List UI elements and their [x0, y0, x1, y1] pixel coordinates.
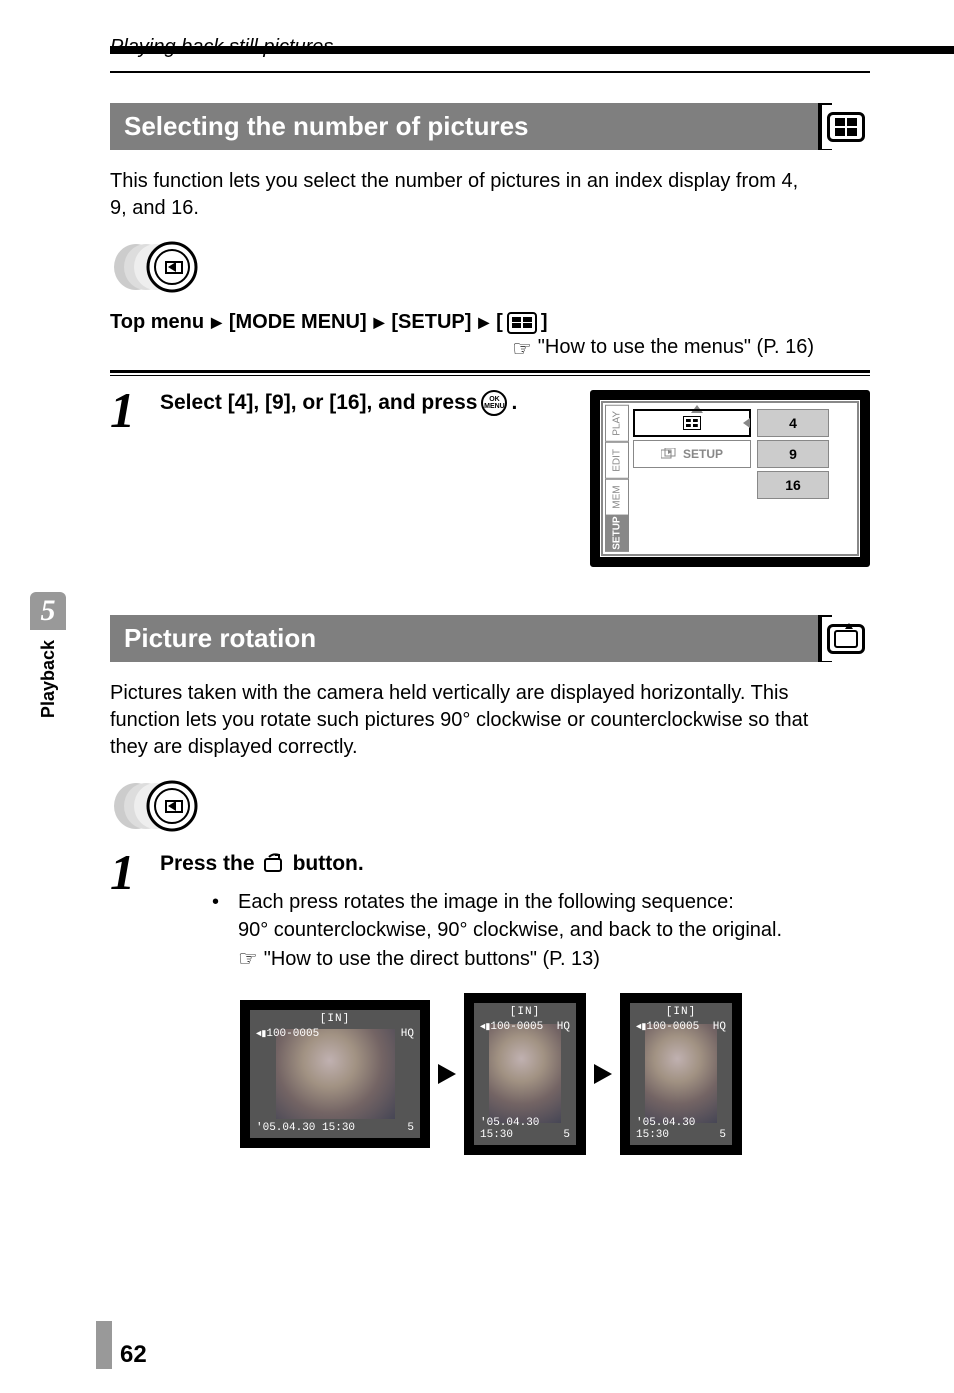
- lcd-option-9: 9: [757, 440, 829, 468]
- overlay-date: '05.04.30 15:30: [256, 1122, 355, 1134]
- menu-path: Top menu ▶ [MODE MENU] ▶ [SETUP] ▶ [ ]: [110, 311, 884, 334]
- rotate-icon: [827, 624, 865, 654]
- arrow-right-icon: [438, 1064, 456, 1084]
- ok-menu-button-icon: OKMENU: [481, 390, 507, 416]
- section1-intro: This function lets you select the number…: [110, 168, 814, 222]
- overlay-folder: 100-0005: [490, 1021, 543, 1033]
- step2-text-b: button.: [293, 852, 364, 876]
- overlay-in: [IN]: [320, 1013, 350, 1025]
- overlay-in: [IN]: [510, 1006, 540, 1018]
- triangle-right-icon: ▶: [478, 314, 489, 331]
- step2-bullets: • Each press rotates the image in the fo…: [212, 888, 870, 975]
- index-grid-icon: [507, 312, 537, 334]
- photo-original: [IN] ◄▮100-0005 HQ '05.04.30 15:30 5: [240, 1000, 430, 1148]
- chapter-number: 5: [30, 592, 66, 630]
- lcd-screenshot: PLAY EDIT MEM SETUP: [590, 390, 870, 567]
- lcd-tabs: PLAY EDIT MEM SETUP: [605, 405, 629, 552]
- slideshow-icon: [661, 448, 677, 460]
- step2-text-a: Press the: [160, 852, 255, 876]
- mode-dial-icon: [110, 240, 884, 299]
- section2-icon-slot: [822, 617, 870, 661]
- overlay-counter: 5: [563, 1129, 570, 1141]
- pointer-hand-icon: ☞: [512, 336, 532, 362]
- double-rule: [110, 370, 870, 376]
- triangle-right-icon: ▶: [211, 314, 222, 331]
- step-number: 1: [110, 852, 140, 1155]
- section2-link-text: "How to use the direct buttons" (P. 13): [264, 945, 600, 973]
- section1-link: ☞ "How to use the menus" (P. 16): [110, 336, 814, 362]
- menu-path-bracket-open: [: [496, 311, 503, 334]
- lcd-setup-label: SETUP: [683, 447, 723, 461]
- section2-title: Picture rotation: [110, 615, 822, 662]
- bullet-text-2: 90° counterclockwise, 90° clockwise, and…: [238, 916, 870, 944]
- step1-title: Select [4], [9], or [16], and press OKME…: [160, 390, 560, 416]
- menu-path-top: Top menu: [110, 311, 204, 334]
- step-number: 1: [110, 390, 140, 567]
- chapter-side-tab: 5 Playback: [30, 592, 66, 718]
- photo-cw: [IN] ◄▮100-0005 HQ '05.04.30 15:30 5: [620, 993, 742, 1155]
- step1-text-a: Select [4], [9], or [16], and press: [160, 391, 477, 415]
- overlay-counter: 5: [407, 1122, 414, 1134]
- lcd-option-4: 4: [757, 409, 829, 437]
- menu-path-setup: [SETUP]: [391, 311, 471, 334]
- index-grid-icon: [827, 112, 865, 142]
- section1-icon-slot: [822, 105, 870, 149]
- lcd-tab-play: PLAY: [605, 405, 629, 442]
- section2-step1: 1 Press the button. • Each press rotates…: [110, 852, 870, 1155]
- menu-path-bracket-close: ]: [541, 311, 548, 334]
- photo-ccw: [IN] ◄▮100-0005 HQ '05.04.30 15:30 5: [464, 993, 586, 1155]
- index-grid-icon: [683, 416, 701, 430]
- step1-text-b: .: [511, 391, 517, 415]
- overlay-date: '05.04.30 15:30: [480, 1117, 576, 1141]
- page-number-bar: [96, 1321, 112, 1369]
- overlay-hq: HQ: [713, 1021, 726, 1033]
- lcd-tab-setup: SETUP: [605, 515, 629, 552]
- pointer-hand-icon: ☞: [238, 944, 258, 975]
- menu-path-mode: [MODE MENU]: [229, 311, 367, 334]
- bullet-dot: •: [212, 888, 224, 975]
- section1-title: Selecting the number of pictures: [110, 103, 822, 150]
- overlay-in: [IN]: [666, 1006, 696, 1018]
- lcd-setup-item: SETUP: [633, 440, 751, 468]
- lcd-selected-item: [633, 409, 751, 437]
- chapter-label: Playback: [38, 640, 59, 718]
- section1-step1: 1 Select [4], [9], or [16], and press OK…: [110, 390, 870, 567]
- page-number: 62: [120, 1341, 147, 1369]
- section2-header: Picture rotation: [110, 615, 870, 662]
- mode-dial-icon: [110, 779, 884, 838]
- top-bar: [0, 46, 954, 54]
- overlay-counter: 5: [719, 1129, 726, 1141]
- rotate-button-icon: [259, 853, 289, 875]
- breadcrumb-rule: [110, 71, 870, 73]
- triangle-left-icon: [743, 418, 750, 428]
- overlay-folder: 100-0005: [266, 1028, 319, 1040]
- arrow-right-icon: [594, 1064, 612, 1084]
- bullet-text-1: Each press rotates the image in the foll…: [238, 888, 870, 916]
- lcd-tab-edit: EDIT: [605, 442, 629, 479]
- overlay-folder: 100-0005: [646, 1021, 699, 1033]
- lcd-option-16: 16: [757, 471, 829, 499]
- lcd-tab-mem: MEM: [605, 479, 629, 516]
- rotation-sequence: [IN] ◄▮100-0005 HQ '05.04.30 15:30 5 [IN…: [240, 993, 870, 1155]
- step2-title: Press the button.: [160, 852, 870, 876]
- overlay-hq: HQ: [401, 1028, 414, 1040]
- section2-intro: Pictures taken with the camera held vert…: [110, 680, 814, 761]
- overlay-hq: HQ: [557, 1021, 570, 1033]
- overlay-date: '05.04.30 15:30: [636, 1117, 732, 1141]
- section1-link-text: "How to use the menus" (P. 16): [538, 336, 814, 362]
- triangle-right-icon: ▶: [374, 314, 385, 331]
- section1-header: Selecting the number of pictures: [110, 103, 870, 150]
